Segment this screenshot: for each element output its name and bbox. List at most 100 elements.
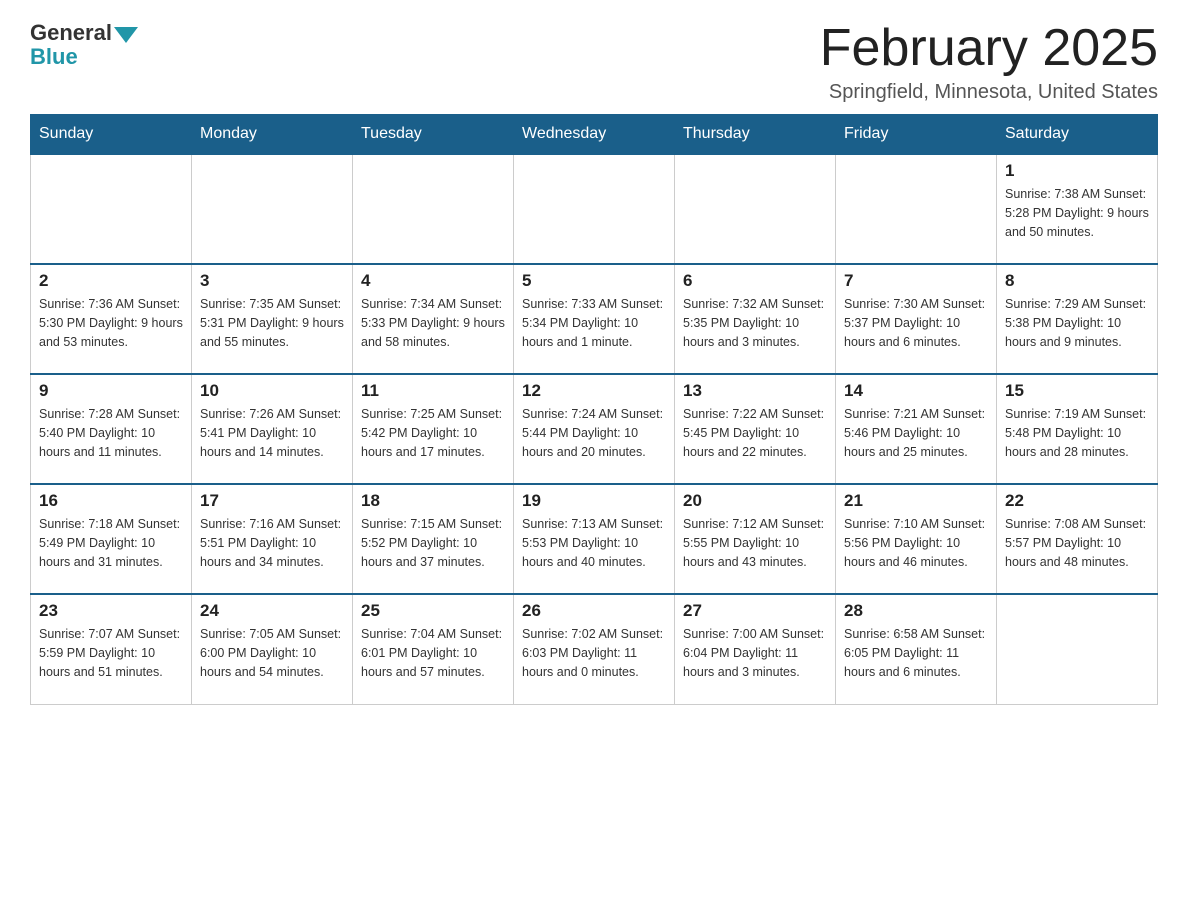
calendar-cell: 22 Sunrise: 7:08 AM Sunset: 5:57 PM Dayli… [997, 484, 1158, 594]
calendar-cell: 18 Sunrise: 7:15 AM Sunset: 5:52 PM Dayli… [353, 484, 514, 594]
calendar-cell: 6 Sunrise: 7:32 AM Sunset: 5:35 PM Daylig… [675, 264, 836, 374]
calendar-cell: 26 Sunrise: 7:02 AM Sunset: 6:03 PM Dayli… [514, 594, 675, 704]
day-number: 7 [844, 271, 988, 291]
day-info: Sunrise: 7:13 AM Sunset: 5:53 PM Dayligh… [522, 515, 666, 571]
day-number: 14 [844, 381, 988, 401]
day-info: Sunrise: 7:10 AM Sunset: 5:56 PM Dayligh… [844, 515, 988, 571]
day-info: Sunrise: 7:02 AM Sunset: 6:03 PM Dayligh… [522, 625, 666, 681]
day-number: 19 [522, 491, 666, 511]
day-number: 6 [683, 271, 827, 291]
day-info: Sunrise: 7:15 AM Sunset: 5:52 PM Dayligh… [361, 515, 505, 571]
weekday-header-wednesday: Wednesday [514, 115, 675, 155]
day-info: Sunrise: 6:58 AM Sunset: 6:05 PM Dayligh… [844, 625, 988, 681]
day-info: Sunrise: 7:04 AM Sunset: 6:01 PM Dayligh… [361, 625, 505, 681]
day-number: 3 [200, 271, 344, 291]
calendar-cell: 3 Sunrise: 7:35 AM Sunset: 5:31 PM Daylig… [192, 264, 353, 374]
day-info: Sunrise: 7:33 AM Sunset: 5:34 PM Dayligh… [522, 295, 666, 351]
calendar-cell: 27 Sunrise: 7:00 AM Sunset: 6:04 PM Dayli… [675, 594, 836, 704]
day-info: Sunrise: 7:16 AM Sunset: 5:51 PM Dayligh… [200, 515, 344, 571]
calendar-cell: 16 Sunrise: 7:18 AM Sunset: 5:49 PM Dayli… [31, 484, 192, 594]
weekday-header-row: SundayMondayTuesdayWednesdayThursdayFrid… [31, 115, 1158, 155]
day-info: Sunrise: 7:32 AM Sunset: 5:35 PM Dayligh… [683, 295, 827, 351]
day-info: Sunrise: 7:38 AM Sunset: 5:28 PM Dayligh… [1005, 185, 1149, 241]
day-number: 25 [361, 601, 505, 621]
calendar-cell [836, 154, 997, 264]
day-info: Sunrise: 7:26 AM Sunset: 5:41 PM Dayligh… [200, 405, 344, 461]
calendar-cell: 25 Sunrise: 7:04 AM Sunset: 6:01 PM Dayli… [353, 594, 514, 704]
calendar-cell: 24 Sunrise: 7:05 AM Sunset: 6:00 PM Dayli… [192, 594, 353, 704]
day-number: 21 [844, 491, 988, 511]
day-info: Sunrise: 7:25 AM Sunset: 5:42 PM Dayligh… [361, 405, 505, 461]
logo-arrow-icon [114, 27, 138, 43]
page-header: General Blue February 2025 Springfield, … [30, 20, 1158, 104]
calendar-cell: 13Sunrise: 7:22 AM Sunset: 5:45 PM Dayli… [675, 374, 836, 484]
calendar-cell: 15 Sunrise: 7:19 AM Sunset: 5:48 PM Dayli… [997, 374, 1158, 484]
calendar-week-2: 9Sunrise: 7:28 AM Sunset: 5:40 PM Daylig… [31, 374, 1158, 484]
calendar-cell: 7 Sunrise: 7:30 AM Sunset: 5:37 PM Daylig… [836, 264, 997, 374]
calendar-cell: 14 Sunrise: 7:21 AM Sunset: 5:46 PM Dayli… [836, 374, 997, 484]
day-number: 12 [522, 381, 666, 401]
day-number: 15 [1005, 381, 1149, 401]
day-info: Sunrise: 7:00 AM Sunset: 6:04 PM Dayligh… [683, 625, 827, 681]
day-info: Sunrise: 7:08 AM Sunset: 5:57 PM Dayligh… [1005, 515, 1149, 571]
day-number: 4 [361, 271, 505, 291]
calendar-cell: 20 Sunrise: 7:12 AM Sunset: 5:55 PM Dayli… [675, 484, 836, 594]
day-number: 5 [522, 271, 666, 291]
calendar-week-3: 16 Sunrise: 7:18 AM Sunset: 5:49 PM Dayli… [31, 484, 1158, 594]
day-info: Sunrise: 7:36 AM Sunset: 5:30 PM Dayligh… [39, 295, 183, 351]
day-info: Sunrise: 7:12 AM Sunset: 5:55 PM Dayligh… [683, 515, 827, 571]
day-number: 10 [200, 381, 344, 401]
day-info: Sunrise: 7:18 AM Sunset: 5:49 PM Dayligh… [39, 515, 183, 571]
calendar-cell [353, 154, 514, 264]
day-number: 16 [39, 491, 183, 511]
day-number: 2 [39, 271, 183, 291]
day-number: 1 [1005, 161, 1149, 181]
calendar-cell: 12Sunrise: 7:24 AM Sunset: 5:44 PM Dayli… [514, 374, 675, 484]
month-title: February 2025 [820, 20, 1158, 77]
weekday-header-thursday: Thursday [675, 115, 836, 155]
calendar-cell: 10 Sunrise: 7:26 AM Sunset: 5:41 PM Dayli… [192, 374, 353, 484]
calendar-table: SundayMondayTuesdayWednesdayThursdayFrid… [30, 114, 1158, 705]
day-number: 17 [200, 491, 344, 511]
logo: General Blue [30, 20, 138, 70]
day-number: 23 [39, 601, 183, 621]
calendar-cell: 4 Sunrise: 7:34 AM Sunset: 5:33 PM Daylig… [353, 264, 514, 374]
day-info: Sunrise: 7:21 AM Sunset: 5:46 PM Dayligh… [844, 405, 988, 461]
day-number: 22 [1005, 491, 1149, 511]
calendar-cell: 9Sunrise: 7:28 AM Sunset: 5:40 PM Daylig… [31, 374, 192, 484]
day-info: Sunrise: 7:29 AM Sunset: 5:38 PM Dayligh… [1005, 295, 1149, 351]
day-info: Sunrise: 7:19 AM Sunset: 5:48 PM Dayligh… [1005, 405, 1149, 461]
location-subtitle: Springfield, Minnesota, United States [820, 81, 1158, 104]
day-info: Sunrise: 7:30 AM Sunset: 5:37 PM Dayligh… [844, 295, 988, 351]
calendar-cell [192, 154, 353, 264]
day-number: 26 [522, 601, 666, 621]
calendar-cell: 2 Sunrise: 7:36 AM Sunset: 5:30 PM Daylig… [31, 264, 192, 374]
day-number: 18 [361, 491, 505, 511]
day-info: Sunrise: 7:34 AM Sunset: 5:33 PM Dayligh… [361, 295, 505, 351]
calendar-cell: 23 Sunrise: 7:07 AM Sunset: 5:59 PM Dayli… [31, 594, 192, 704]
calendar-week-1: 2 Sunrise: 7:36 AM Sunset: 5:30 PM Daylig… [31, 264, 1158, 374]
calendar-week-0: 1 Sunrise: 7:38 AM Sunset: 5:28 PM Daylig… [31, 154, 1158, 264]
day-info: Sunrise: 7:05 AM Sunset: 6:00 PM Dayligh… [200, 625, 344, 681]
calendar-cell: 28Sunrise: 6:58 AM Sunset: 6:05 PM Dayli… [836, 594, 997, 704]
day-number: 8 [1005, 271, 1149, 291]
calendar-cell [514, 154, 675, 264]
day-info: Sunrise: 7:28 AM Sunset: 5:40 PM Dayligh… [39, 405, 183, 461]
day-info: Sunrise: 7:35 AM Sunset: 5:31 PM Dayligh… [200, 295, 344, 351]
calendar-week-4: 23 Sunrise: 7:07 AM Sunset: 5:59 PM Dayli… [31, 594, 1158, 704]
day-number: 13 [683, 381, 827, 401]
weekday-header-tuesday: Tuesday [353, 115, 514, 155]
day-info: Sunrise: 7:07 AM Sunset: 5:59 PM Dayligh… [39, 625, 183, 681]
calendar-cell: 5 Sunrise: 7:33 AM Sunset: 5:34 PM Daylig… [514, 264, 675, 374]
day-number: 20 [683, 491, 827, 511]
weekday-header-monday: Monday [192, 115, 353, 155]
calendar-cell: 8 Sunrise: 7:29 AM Sunset: 5:38 PM Daylig… [997, 264, 1158, 374]
calendar-cell: 21 Sunrise: 7:10 AM Sunset: 5:56 PM Dayli… [836, 484, 997, 594]
logo-top: General [30, 20, 138, 46]
calendar-cell [31, 154, 192, 264]
logo-general-text: General [30, 20, 112, 46]
day-number: 27 [683, 601, 827, 621]
calendar-cell [997, 594, 1158, 704]
day-number: 24 [200, 601, 344, 621]
day-number: 11 [361, 381, 505, 401]
